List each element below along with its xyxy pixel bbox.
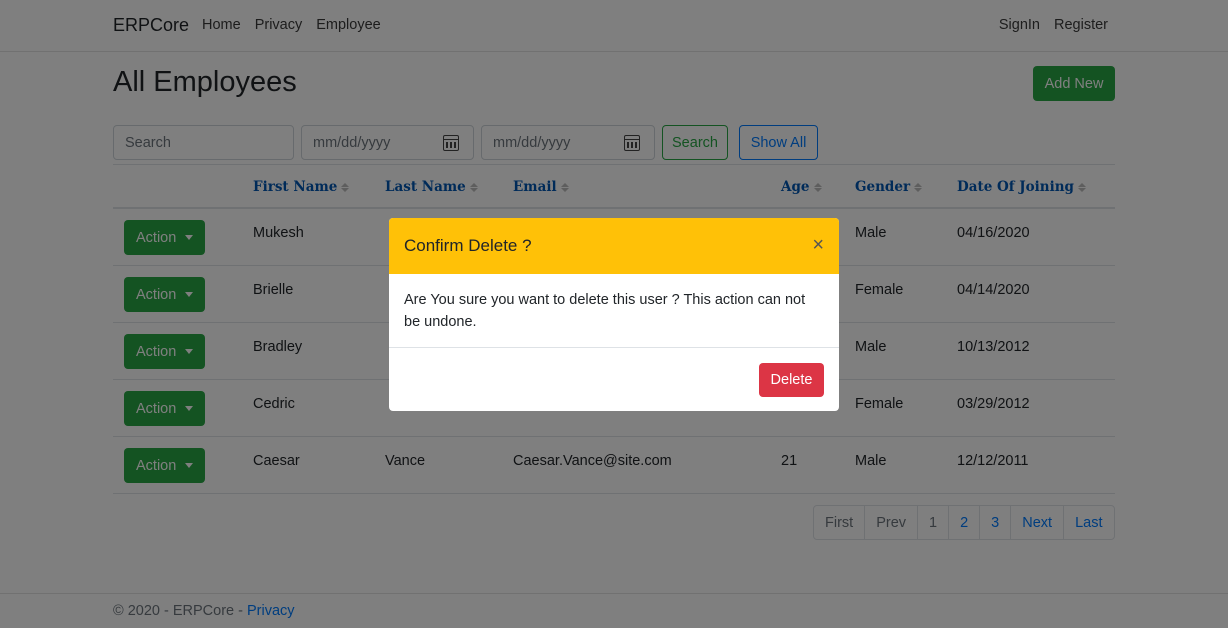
delete-button[interactable]: Delete — [759, 363, 824, 397]
confirm-delete-modal: Confirm Delete ? × Are You sure you want… — [389, 218, 839, 411]
modal-header: Confirm Delete ? × — [389, 218, 839, 274]
modal-title: Confirm Delete ? — [404, 236, 532, 255]
modal-body-text: Are You sure you want to delete this use… — [404, 292, 806, 330]
modal-footer: Delete — [389, 347, 839, 411]
close-icon[interactable]: × — [812, 235, 824, 255]
